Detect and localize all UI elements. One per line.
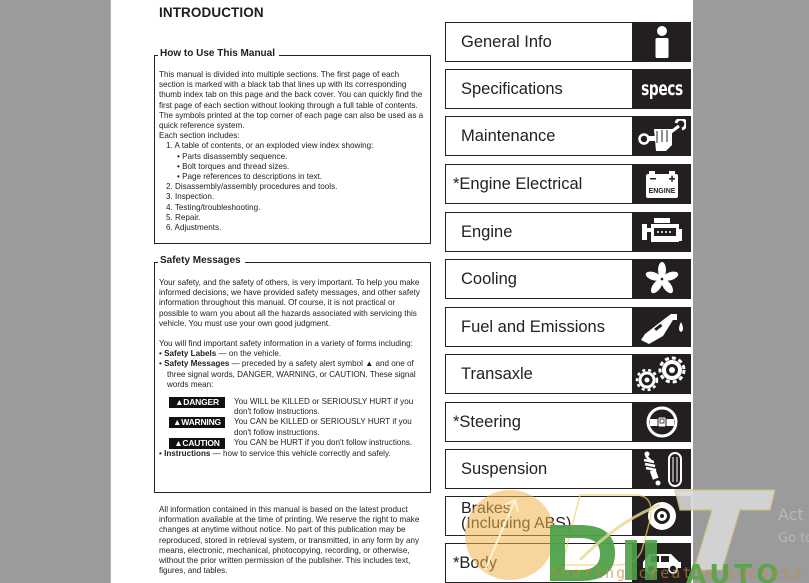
tab-label: Brakes (Including ABS): [461, 501, 572, 532]
tab-label: Suspension: [461, 460, 548, 478]
svg-text:Act: Act: [778, 505, 804, 524]
page-title: INTRODUCTION: [159, 5, 264, 20]
tab-engine-electrical[interactable]: *Engine Electrical ENGINE: [445, 163, 691, 204]
safety-heading: Safety Messages: [158, 255, 245, 266]
list-item: 1. A table of contents, or an exploded v…: [166, 141, 374, 151]
specs-icon: specs: [632, 68, 691, 109]
tab-engine[interactable]: Engine: [445, 211, 691, 252]
list-item: 4. Testing/troubleshooting.: [166, 202, 261, 212]
list-item: 2. Disassembly/assembly procedures and t…: [166, 182, 338, 192]
safety-messages-term: Safety Messages: [164, 359, 230, 369]
specs-icon-text: specs: [640, 77, 683, 100]
list-item: 3. Inspection.: [166, 192, 215, 202]
tab-label: *Body: [453, 554, 498, 572]
svg-text:Go to: Go to: [778, 531, 809, 546]
how-to-use-box: How to Use This Manual This manual is di…: [154, 48, 431, 244]
tab-label: Specifications: [461, 80, 563, 98]
tab-brakes[interactable]: Brakes (Including ABS): [445, 495, 691, 536]
tab-transaxle[interactable]: Transaxle: [445, 353, 691, 394]
how-to-use-heading: How to Use This Manual: [158, 48, 280, 59]
safety-labels-item: • Safety Labels — on the vehicle.: [159, 349, 282, 359]
tab-suspension[interactable]: Suspension: [445, 448, 691, 489]
signal-danger: ▲DANGER You WILL be KILLED or SERIOUSLY …: [169, 397, 426, 417]
info-icon: [632, 21, 691, 62]
signal-caution: ▲CAUTION You CAN be HURT if you don't fo…: [169, 437, 426, 449]
car-body-icon: [632, 542, 691, 583]
sub-list-item: • Parts disassembly sequence.: [177, 151, 288, 161]
warning-meaning: You CAN be KILLED or SERIOUSLY HURT if y…: [234, 417, 412, 437]
engine-icon: [632, 211, 691, 252]
instructions-desc: — how to service this vehicle correctly …: [210, 448, 391, 458]
disclaimer-text: All information contained in this manual…: [159, 505, 420, 576]
instructions-item: • Instructions — how to service this veh…: [159, 448, 391, 458]
shock-tire-icon: [632, 448, 691, 489]
tab-specifications[interactable]: Specifications specs: [445, 68, 691, 109]
warning-badge: ▲WARNING: [169, 417, 225, 429]
tab-general-info[interactable]: General Info: [445, 21, 691, 62]
fuel-nozzle-icon: [632, 306, 691, 347]
signal-warning: ▲WARNING You CAN be KILLED or SERIOUSLY …: [169, 417, 426, 437]
safety-para-1: Your safety, and the safety of others, i…: [159, 278, 420, 328]
svg-text:AUTO: AUTO: [686, 560, 782, 583]
list-item: 5. Repair.: [166, 212, 201, 222]
list-item: 6. Adjustments.: [166, 223, 222, 233]
how-to-use-intro: This manual is divided into multiple sec…: [159, 70, 424, 131]
gears-icon: [632, 353, 691, 394]
battery-icon: ENGINE: [632, 163, 691, 204]
tab-body[interactable]: *Body: [445, 542, 691, 583]
danger-badge: ▲DANGER: [169, 397, 225, 409]
safety-labels-term: Safety Labels: [164, 349, 217, 359]
tab-label: *Engine Electrical: [453, 175, 583, 193]
safety-messages-box: Safety Messages Your safety, and the saf…: [154, 255, 431, 493]
caution-meaning: You CAN be HURT if you don't follow inst…: [234, 437, 413, 447]
safety-messages-item: • Safety Messages — preceded by a safety…: [159, 359, 416, 389]
each-section-label: Each section includes:: [159, 131, 240, 141]
tab-steering[interactable]: *Steering: [445, 401, 691, 442]
safety-para-2: You will find important safety informati…: [159, 339, 413, 349]
tab-label: Fuel and Emissions: [461, 318, 605, 336]
tab-label-line2: (Including ABS): [461, 515, 572, 532]
tab-label: Engine: [461, 223, 513, 241]
fan-icon: [632, 258, 691, 299]
safety-labels-desc: — on the vehicle.: [216, 349, 282, 359]
tab-label: General Info: [461, 33, 552, 51]
steering-wheel-icon: [632, 401, 691, 442]
battery-icon-text: ENGINE: [648, 188, 675, 195]
wrench-fist-icon: [632, 115, 691, 156]
danger-meaning: You WILL be KILLED or SERIOUSLY HURT if …: [234, 397, 414, 417]
tab-maintenance[interactable]: Maintenance: [445, 115, 691, 156]
tab-label: Maintenance: [461, 127, 556, 145]
caution-badge: ▲CAUTION: [169, 437, 225, 449]
sub-list-item: • Bolt torques and thread sizes.: [177, 161, 290, 171]
brake-disc-icon: [632, 495, 691, 536]
tab-label: Cooling: [461, 270, 517, 288]
sub-list-item: • Page references to descriptions in tex…: [177, 172, 322, 182]
tab-label: *Steering: [453, 413, 521, 431]
tab-label: Transaxle: [461, 365, 533, 383]
tab-fuel-emissions[interactable]: Fuel and Emissions: [445, 306, 691, 347]
manual-page: INTRODUCTION How to Use This Manual This…: [110, 0, 693, 583]
tab-cooling[interactable]: Cooling: [445, 258, 691, 299]
instructions-term: Instructions: [164, 448, 211, 458]
